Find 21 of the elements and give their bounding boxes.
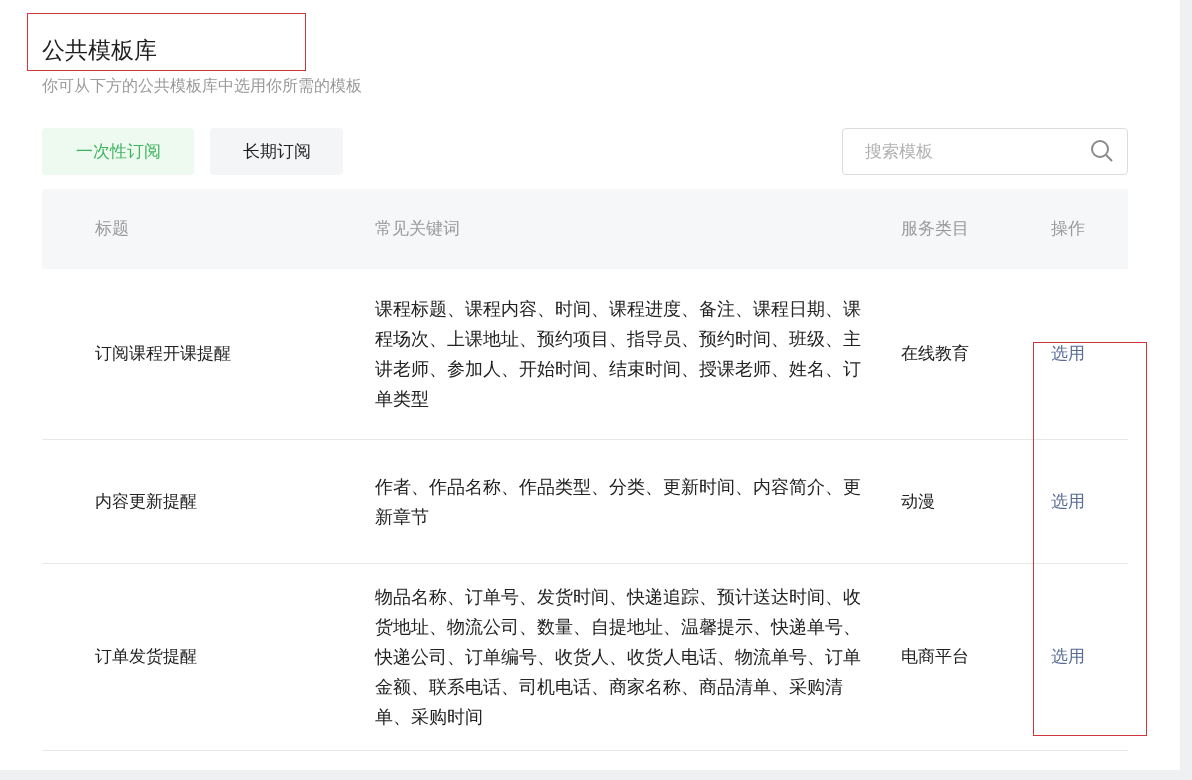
search-field[interactable]: 搜索模板 (842, 128, 1128, 175)
keyword-list: 课程标题、课程内容、时间、课程进度、备注、课程日期、课程场次、上课地址、预约项目、指导员、预约时间、班级、主讲老师、参加人、开始时间、结束时间、授课老师、姓名、订单类型 (375, 294, 875, 414)
column-header: 操作 (1051, 219, 1085, 239)
template-title: 订单发货提醒 (95, 646, 197, 669)
page-title: 公共模板库 (42, 36, 157, 65)
template-title: 订阅课程开课提醒 (95, 343, 231, 366)
column-header: 标题 (95, 219, 129, 239)
page-subtitle: 你可从下方的公共模板库中选用你所需的模板 (42, 76, 363, 96)
service-category: 在线教育 (901, 343, 969, 366)
column-header: 常见关键词 (375, 219, 460, 239)
template-title: 内容更新提醒 (95, 490, 197, 513)
keyword-list: 作者、作品名称、作品类型、分类、更新时间、内容简介、更新章节 (375, 471, 875, 532)
service-category: 电商平台 (901, 646, 969, 669)
tab[interactable]: 长期订阅 (210, 128, 343, 175)
select-link[interactable]: 选用 (1051, 647, 1085, 667)
select-link[interactable]: 选用 (1051, 491, 1085, 511)
select-link[interactable]: 选用 (1051, 344, 1085, 364)
service-category: 动漫 (901, 490, 935, 513)
keyword-list: 物品名称、订单号、发货时间、快递追踪、预计送达时间、收货地址、物流公司、数量、自提地址、温馨提示、快递单号、快递公司、订单编号、收货人、收货人电话、物流单号、订单金额、联系电话、司机电话、商家名称、商品清单、采购清单、采购时间 (375, 582, 875, 732)
column-header: 服务类目 (901, 219, 969, 239)
search-icon[interactable] (1090, 139, 1114, 163)
